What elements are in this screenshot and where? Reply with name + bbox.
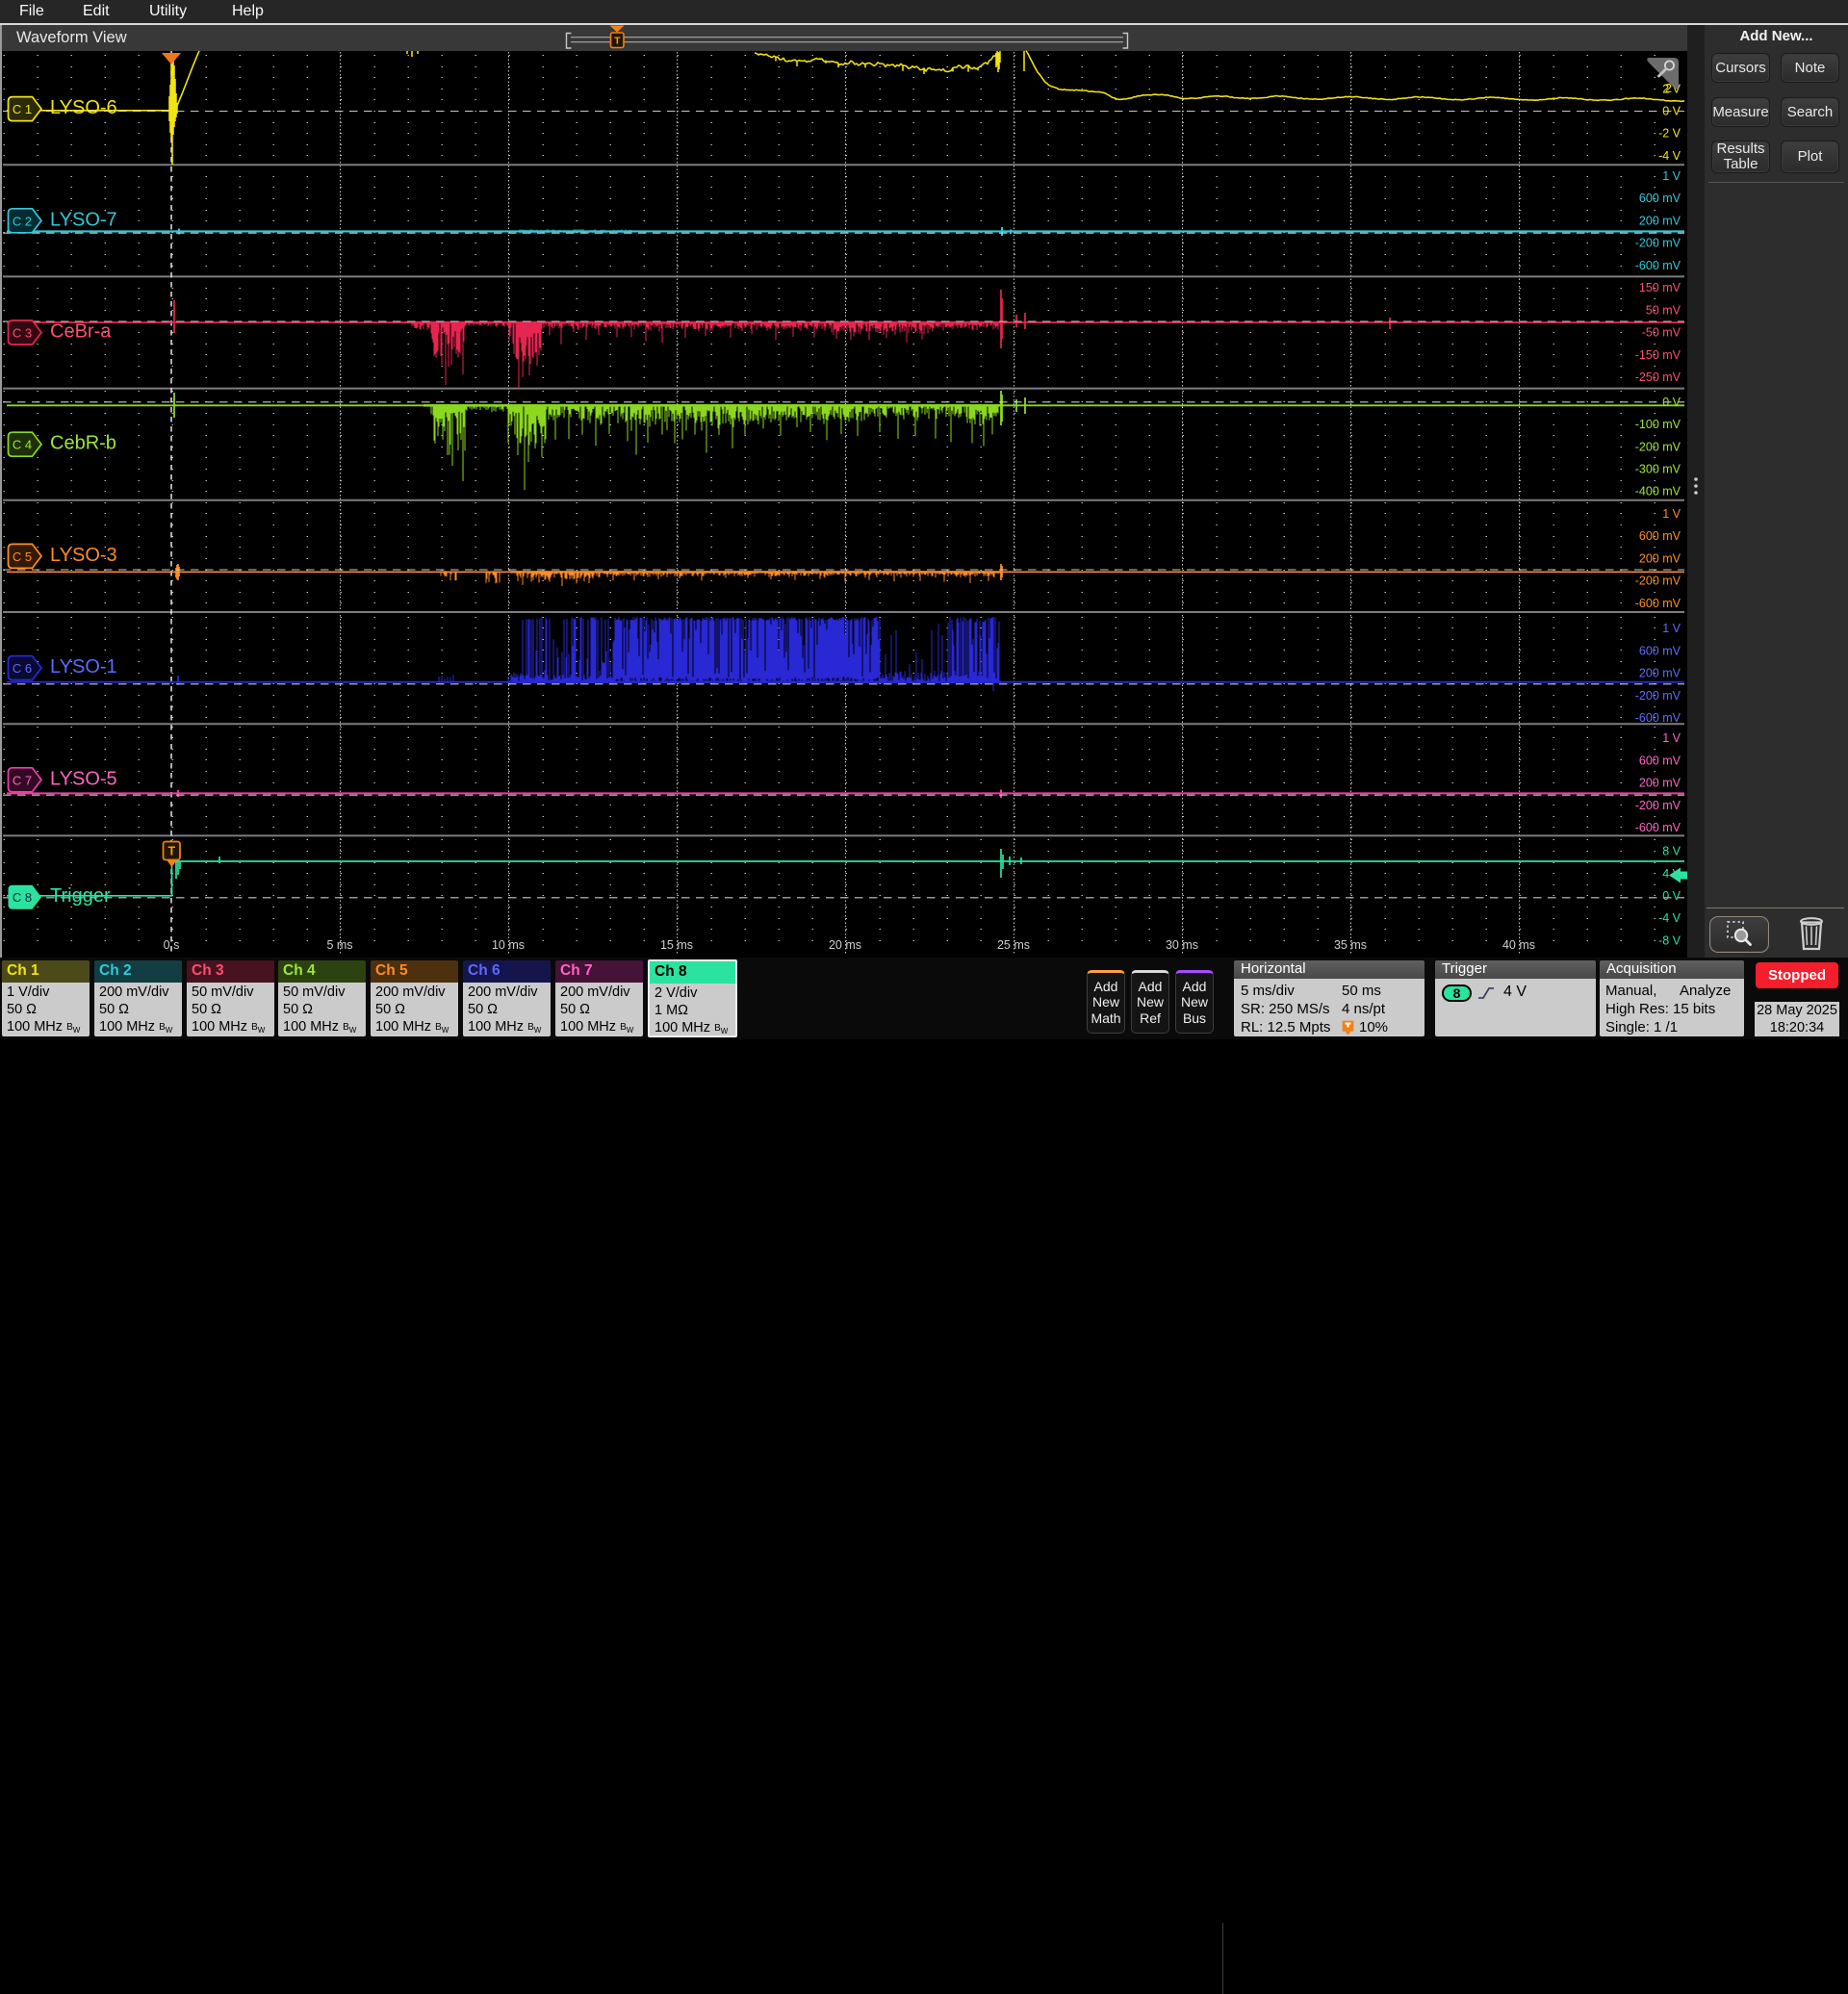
svg-text:-50 mV: -50 mV — [1642, 326, 1681, 340]
svg-text:-200 mV: -200 mV — [1635, 440, 1681, 453]
svg-text:C 6: C 6 — [13, 661, 32, 676]
svg-text:CebR-b: CebR-b — [50, 433, 116, 454]
svg-text:-200 mV: -200 mV — [1635, 799, 1681, 812]
svg-text:1 V: 1 V — [1662, 169, 1681, 183]
svg-text:1 V: 1 V — [1662, 622, 1681, 635]
svg-text:-200 mV: -200 mV — [1635, 237, 1681, 250]
svg-text:Trigger: Trigger — [50, 885, 111, 907]
svg-text:5 ms: 5 ms — [326, 938, 352, 952]
svg-text:200 mV: 200 mV — [1639, 215, 1681, 228]
svg-text:200 mV: 200 mV — [1639, 667, 1681, 680]
svg-text:C 7: C 7 — [13, 773, 32, 787]
svg-text:C 4: C 4 — [13, 438, 32, 452]
svg-text:0 V: 0 V — [1662, 889, 1681, 903]
svg-text:T: T — [614, 35, 621, 46]
svg-text:600 mV: 600 mV — [1639, 529, 1681, 543]
svg-text:T: T — [167, 845, 175, 858]
svg-text:C 3: C 3 — [13, 326, 32, 341]
svg-text:-2 V: -2 V — [1658, 127, 1681, 141]
svg-text:10 ms: 10 ms — [492, 938, 525, 952]
svg-text:200 mV: 200 mV — [1639, 777, 1681, 790]
svg-text:C 5: C 5 — [13, 550, 32, 564]
svg-text:15 ms: 15 ms — [660, 938, 693, 952]
svg-text:LYSO-1: LYSO-1 — [50, 656, 117, 677]
svg-text:-600 mV: -600 mV — [1635, 259, 1681, 272]
svg-text:C 2: C 2 — [13, 214, 32, 228]
svg-text:-200 mV: -200 mV — [1635, 575, 1681, 588]
svg-text:30 ms: 30 ms — [1166, 938, 1198, 952]
svg-text:LYSO-5: LYSO-5 — [50, 768, 117, 789]
svg-text:0 s: 0 s — [164, 938, 180, 952]
svg-text:600 mV: 600 mV — [1639, 754, 1681, 767]
svg-text:1 V: 1 V — [1662, 507, 1681, 521]
svg-text:-4 V: -4 V — [1658, 911, 1681, 925]
svg-text:LYSO-3: LYSO-3 — [50, 545, 117, 566]
svg-text:0 V: 0 V — [1662, 396, 1681, 409]
svg-text:40 ms: 40 ms — [1502, 938, 1535, 952]
svg-text:600 mV: 600 mV — [1639, 192, 1681, 205]
svg-text:150 mV: 150 mV — [1639, 281, 1681, 294]
svg-text:-600 mV: -600 mV — [1635, 711, 1681, 725]
svg-text:25 ms: 25 ms — [997, 938, 1030, 952]
svg-text:-4 V: -4 V — [1658, 149, 1681, 163]
svg-text:35 ms: 35 ms — [1334, 938, 1367, 952]
svg-text:LYSO-7: LYSO-7 — [50, 209, 117, 230]
svg-text:-300 mV: -300 mV — [1635, 463, 1681, 476]
svg-text:-100 mV: -100 mV — [1635, 418, 1681, 431]
svg-text:C 8: C 8 — [13, 890, 32, 905]
svg-text:-200 mV: -200 mV — [1635, 689, 1681, 703]
svg-text:-150 mV: -150 mV — [1635, 348, 1681, 362]
svg-text:-600 mV: -600 mV — [1635, 597, 1681, 610]
svg-text:20 ms: 20 ms — [829, 938, 861, 952]
svg-text:LYSO-6: LYSO-6 — [50, 97, 117, 118]
svg-text:50 mV: 50 mV — [1646, 303, 1681, 317]
svg-text:0 V: 0 V — [1662, 105, 1681, 118]
svg-text:-8 V: -8 V — [1658, 934, 1681, 948]
svg-text:600 mV: 600 mV — [1639, 644, 1681, 657]
svg-text:200 mV: 200 mV — [1639, 551, 1681, 565]
svg-text:CeBr-a: CeBr-a — [50, 321, 112, 343]
svg-text:1 V: 1 V — [1662, 731, 1681, 745]
svg-text:-600 mV: -600 mV — [1635, 821, 1681, 834]
svg-text:C 1: C 1 — [13, 102, 32, 116]
svg-text:-400 mV: -400 mV — [1635, 485, 1681, 498]
svg-text:8 V: 8 V — [1662, 845, 1681, 858]
svg-text:2: 2 — [1665, 82, 1672, 95]
svg-text:-250 mV: -250 mV — [1635, 371, 1681, 384]
